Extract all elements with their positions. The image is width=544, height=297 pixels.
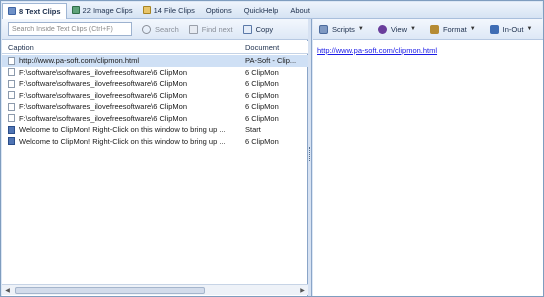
menu-about[interactable]: About: [284, 3, 316, 18]
row-document: 6 ClipMon: [245, 113, 279, 123]
row-caption-cell: F:\software\softwares_ilovefreesoftware\…: [2, 91, 242, 100]
inout-menu[interactable]: In-Out ▼: [489, 24, 533, 34]
table-row[interactable]: F:\software\softwares_ilovefreesoftware\…: [2, 78, 308, 90]
table-row[interactable]: Welcome to ClipMon! Right-Click on this …: [2, 136, 308, 148]
text-clip-icon: [8, 7, 16, 15]
find-next-icon: [188, 24, 198, 34]
chevron-down-icon: ▼: [469, 26, 476, 32]
chevron-down-icon: ▼: [357, 26, 364, 32]
inout-label: In-Out: [502, 24, 524, 34]
view-menu[interactable]: View ▼: [377, 24, 416, 34]
preview-pane: Scripts ▼ View ▼ Format ▼ In-Out ▼ http:…: [313, 19, 543, 296]
row-document: PA-Soft - Clip...: [245, 56, 297, 66]
row-caption-cell: F:\software\softwares_ilovefreesoftware\…: [2, 102, 242, 111]
column-header-document[interactable]: Document: [242, 43, 300, 52]
row-caption-cell: F:\software\softwares_ilovefreesoftware\…: [2, 79, 242, 88]
splitter-grip-icon[interactable]: [309, 147, 311, 161]
inout-icon: [489, 24, 499, 34]
preview-toolbar: Scripts ▼ View ▼ Format ▼ In-Out ▼: [313, 19, 543, 40]
row-caption: F:\software\softwares_ilovefreesoftware\…: [19, 102, 187, 112]
scroll-left-icon[interactable]: ◀: [2, 285, 13, 295]
tab-text-clips-label: 8 Text Clips: [19, 6, 61, 16]
scripts-menu[interactable]: Scripts ▼: [319, 24, 364, 34]
file-clip-icon: [142, 6, 151, 14]
table-row[interactable]: F:\software\softwares_ilovefreesoftware\…: [2, 67, 308, 79]
preview-link[interactable]: http://www.pa-soft.com/clipmon.html: [317, 46, 437, 55]
app-clip-icon: [8, 137, 15, 146]
clip-list-pane: Search Find next Copy Caption Document h…: [2, 19, 308, 296]
row-caption: F:\software\softwares_ilovefreesoftware\…: [19, 79, 187, 89]
scroll-right-icon[interactable]: ▶: [297, 285, 308, 295]
text-clip-icon: [8, 56, 15, 65]
search-input[interactable]: [8, 22, 132, 36]
table-row[interactable]: http://www.pa-soft.com/clipmon.html PA-S…: [2, 55, 308, 67]
text-clip-icon: [8, 79, 15, 88]
row-document: Start: [245, 125, 261, 135]
text-clip-icon: [8, 102, 15, 111]
row-caption-cell: F:\software\softwares_ilovefreesoftware\…: [2, 114, 242, 123]
row-caption-cell: Welcome to ClipMon! Right-Click on this …: [2, 125, 242, 134]
search-toolbar: Search Find next Copy: [2, 19, 308, 40]
clip-rows: http://www.pa-soft.com/clipmon.html PA-S…: [2, 55, 308, 147]
chevron-down-icon: ▼: [526, 26, 533, 32]
text-clip-icon: [8, 68, 15, 77]
tab-image-clips-label: 22 Image Clips: [82, 5, 133, 15]
row-caption: Welcome to ClipMon! Right-Click on this …: [19, 136, 226, 146]
scripts-label: Scripts: [332, 24, 355, 34]
row-caption-cell: F:\software\softwares_ilovefreesoftware\…: [2, 68, 242, 77]
row-caption: F:\software\softwares_ilovefreesoftware\…: [19, 113, 187, 123]
find-next-label: Find next: [201, 24, 233, 34]
row-caption: http://www.pa-soft.com/clipmon.html: [19, 56, 140, 66]
grid-header: Caption Document: [2, 41, 308, 54]
column-header-caption[interactable]: Caption: [2, 43, 242, 52]
copy-label: Copy: [255, 24, 274, 34]
scroll-thumb[interactable]: [15, 286, 205, 294]
tab-text-clips[interactable]: 8 Text Clips: [2, 2, 67, 19]
format-menu[interactable]: Format ▼: [429, 24, 476, 34]
row-document: 6 ClipMon: [245, 136, 279, 146]
row-caption-cell: Welcome to ClipMon! Right-Click on this …: [2, 137, 242, 146]
pane-splitter[interactable]: [308, 19, 312, 296]
row-document: 6 ClipMon: [245, 90, 279, 100]
row-caption: F:\software\softwares_ilovefreesoftware\…: [19, 67, 187, 77]
table-row[interactable]: F:\software\softwares_ilovefreesoftware\…: [2, 90, 308, 102]
tab-image-clips[interactable]: 22 Image Clips: [67, 3, 138, 18]
table-row[interactable]: F:\software\softwares_ilovefreesoftware\…: [2, 113, 308, 125]
search-icon: [142, 24, 151, 34]
menu-options[interactable]: Options: [200, 3, 238, 18]
format-icon: [429, 24, 439, 34]
scripts-icon: [319, 24, 328, 34]
app-clip-icon: [8, 125, 15, 134]
tab-file-clips[interactable]: 14 File Clips: [138, 3, 200, 18]
horizontal-scrollbar[interactable]: ◀ ▶: [2, 284, 308, 295]
image-clip-icon: [71, 6, 80, 14]
copy-button[interactable]: Copy: [242, 24, 274, 34]
table-row[interactable]: F:\software\softwares_ilovefreesoftware\…: [2, 101, 308, 113]
find-next-button[interactable]: Find next: [188, 24, 233, 34]
format-label: Format: [442, 24, 467, 34]
view-label: View: [390, 24, 407, 34]
row-document: 6 ClipMon: [245, 79, 279, 89]
search-button-label: Search: [155, 24, 179, 34]
row-document: 6 ClipMon: [245, 102, 279, 112]
view-icon: [377, 24, 387, 34]
chevron-down-icon: ▼: [410, 26, 416, 32]
row-caption: Welcome to ClipMon! Right-Click on this …: [19, 125, 226, 135]
row-document: 6 ClipMon: [245, 67, 279, 77]
top-tab-bar: 8 Text Clips 22 Image Clips 14 File Clip…: [2, 2, 542, 19]
search-button[interactable]: Search: [142, 24, 179, 34]
menu-quickhelp[interactable]: QuickHelp: [238, 3, 285, 18]
tab-file-clips-label: 14 File Clips: [153, 5, 195, 15]
scroll-track[interactable]: [13, 286, 297, 295]
row-caption: F:\software\softwares_ilovefreesoftware\…: [19, 90, 187, 100]
copy-icon: [242, 24, 252, 34]
text-clip-icon: [8, 114, 15, 123]
app-window: 8 Text Clips 22 Image Clips 14 File Clip…: [0, 0, 544, 297]
table-row[interactable]: Welcome to ClipMon! Right-Click on this …: [2, 124, 308, 136]
row-caption-cell: http://www.pa-soft.com/clipmon.html: [2, 56, 242, 65]
text-clip-icon: [8, 91, 15, 100]
